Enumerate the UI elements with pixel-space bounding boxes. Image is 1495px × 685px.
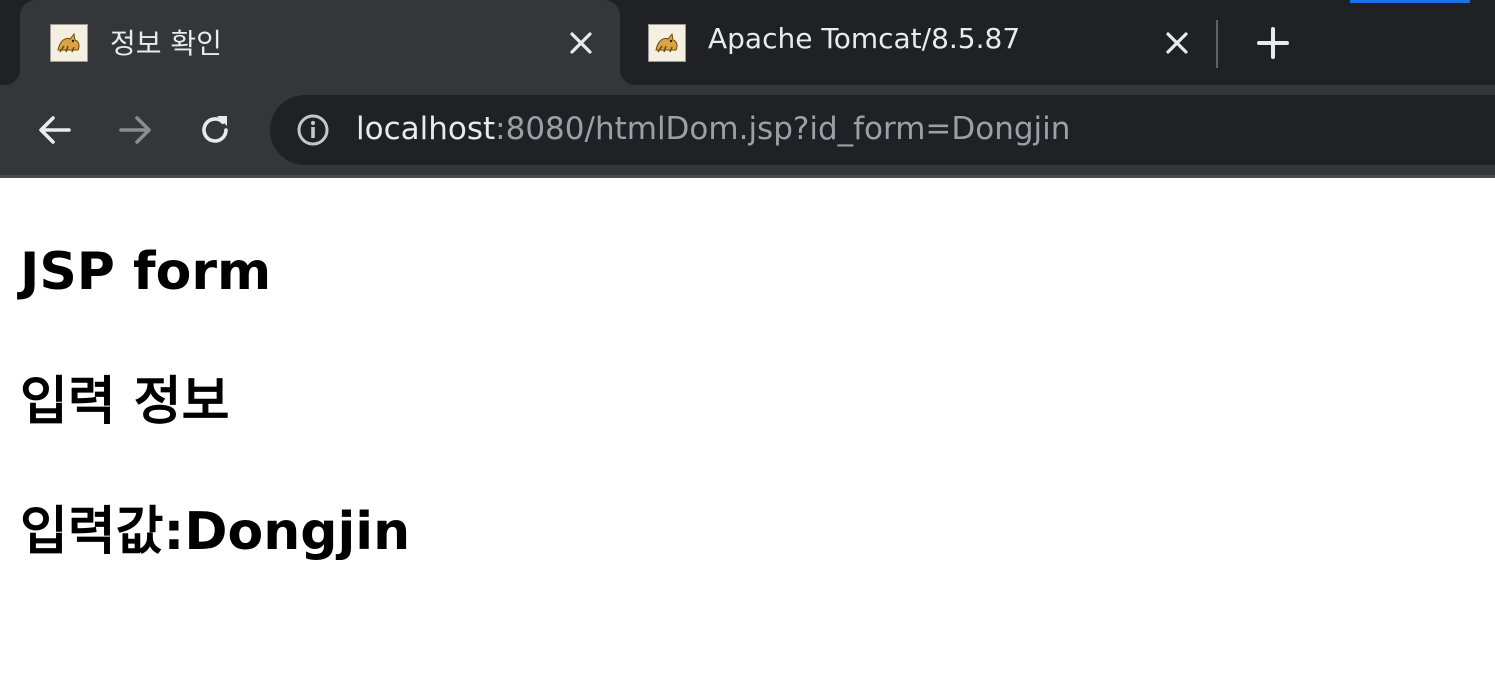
- tab-info-confirm[interactable]: 정보 확인: [4, 0, 636, 85]
- close-icon[interactable]: [564, 26, 598, 60]
- reload-icon[interactable]: [193, 108, 237, 152]
- tab-separator: [1216, 20, 1218, 68]
- tab-title: 정보 확인: [110, 27, 222, 60]
- tomcat-icon: [50, 24, 88, 62]
- page-content: JSP form 입력 정보 입력값:Dongjin: [0, 178, 1495, 685]
- info-icon[interactable]: [296, 113, 330, 147]
- tab-title: Apache Tomcat/8.5.87: [708, 22, 1021, 55]
- arrow-right-icon[interactable]: [113, 108, 157, 152]
- arrow-left-icon[interactable]: [33, 108, 77, 152]
- url-text[interactable]: localhost:8080/htmlDom.jsp?id_form=Dongj…: [356, 111, 1070, 147]
- toolbar: localhost:8080/htmlDom.jsp?id_form=Dongj…: [0, 85, 1495, 175]
- tab-apache-tomcat[interactable]: Apache Tomcat/8.5.87: [620, 0, 1216, 85]
- url-host: localhost: [356, 111, 496, 147]
- section-heading: 입력 정보: [20, 372, 230, 432]
- address-bar[interactable]: localhost:8080/htmlDom.jsp?id_form=Dongj…: [270, 95, 1495, 165]
- plus-icon[interactable]: [1252, 22, 1294, 64]
- tomcat-icon: [648, 24, 686, 62]
- window-accent: [1350, 0, 1470, 3]
- url-path: :8080/htmlDom.jsp?id_form=Dongjin: [495, 111, 1071, 147]
- input-value-heading: 입력값:Dongjin: [20, 502, 411, 562]
- browser-window: 정보 확인 Apache Tomcat/8.5.87 localhost:808…: [0, 0, 1495, 685]
- page-title: JSP form: [20, 242, 272, 302]
- tab-strip: 정보 확인 Apache Tomcat/8.5.87: [0, 0, 1495, 85]
- close-icon[interactable]: [1160, 26, 1194, 60]
